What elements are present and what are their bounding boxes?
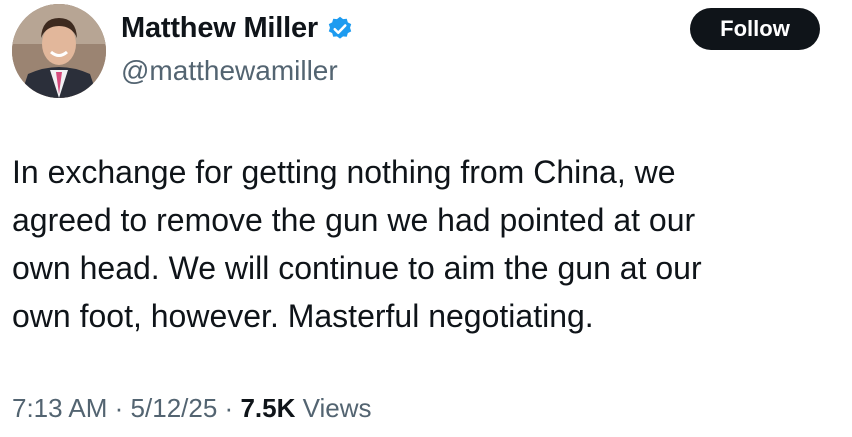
tweet-date[interactable]: 5/12/25 xyxy=(131,393,218,423)
author-handle[interactable]: @matthewamiller xyxy=(121,55,338,87)
tweet-text: In exchange for getting nothing from Chi… xyxy=(12,148,812,340)
meta-separator: · xyxy=(114,393,124,423)
tweet-text-line: In exchange for getting nothing from Chi… xyxy=(12,154,676,190)
views-label: Views xyxy=(302,393,372,423)
meta-separator: · xyxy=(224,393,234,423)
tweet-text-line: agreed to remove the gun we had pointed … xyxy=(12,202,696,238)
views-count: 7.5K xyxy=(240,393,296,423)
verified-badge-icon[interactable] xyxy=(326,15,354,43)
follow-button[interactable]: Follow xyxy=(690,8,820,50)
tweet-time[interactable]: 7:13 AM xyxy=(12,393,107,423)
tweet-meta: 7:13 AM · 5/12/25 · 7.5K Views xyxy=(12,393,371,424)
profile-photo-icon xyxy=(12,4,106,98)
tweet-text-line: own foot, however. Masterful negotiating… xyxy=(12,298,594,334)
author-name[interactable]: Matthew Miller xyxy=(121,12,318,45)
avatar[interactable] xyxy=(12,4,106,98)
tweet-text-line: own head. We will continue to aim the gu… xyxy=(12,250,702,286)
author-name-row: Matthew Miller xyxy=(121,12,354,45)
